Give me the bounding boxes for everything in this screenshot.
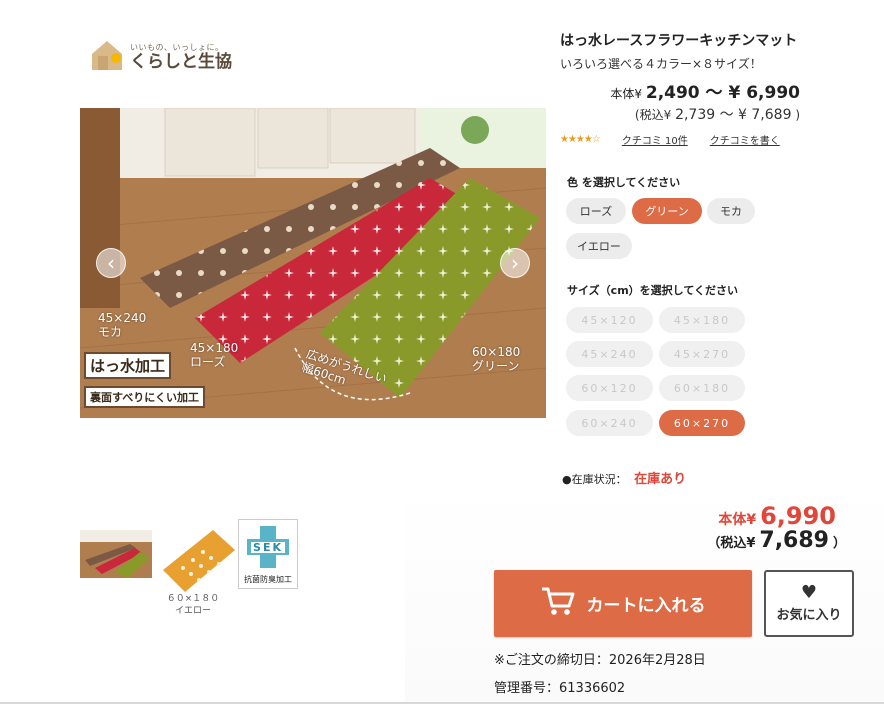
price-range-value: 2,490 ～ ¥ 6,990 xyxy=(645,83,800,103)
stock-value: 在庫あり xyxy=(634,472,687,487)
main-product-image: ‹ › 45×240 モカ 45×180 ローズ 60×180 グリーン 広めが… xyxy=(80,108,546,418)
size-option-45x270[interactable]: 45×270 xyxy=(659,341,745,367)
thumbnail-3-sek[interactable]: SEK 抗菌防臭加工 xyxy=(238,519,298,589)
price-label: 本体¥ xyxy=(610,87,643,101)
review-count-link[interactable]: クチコミ 10件 xyxy=(622,132,688,147)
label-green: 60×180 グリーン xyxy=(472,345,521,373)
sek-caption: 抗菌防臭加工 xyxy=(244,575,292,584)
color-option-yellow[interactable]: イエロー xyxy=(566,233,632,259)
sek-text: SEK xyxy=(253,541,283,554)
tax-range-value: 2,739 ～ ¥ 7,689 xyxy=(675,107,792,123)
tax-label: (税込¥ xyxy=(634,108,672,122)
size-option-60x270[interactable]: 60×270 xyxy=(659,410,745,436)
next-image-arrow-icon[interactable]: › xyxy=(500,248,530,278)
water-repellent-badge: はっ水加工 xyxy=(84,352,172,379)
selected-tax-value: 7,689 xyxy=(759,528,829,553)
size-option-60x240[interactable]: 60×240 xyxy=(566,410,653,436)
size-option-60x120[interactable]: 60×120 xyxy=(566,375,653,401)
favorite-button[interactable]: ♥ お気に入り xyxy=(764,570,854,637)
selected-price-value: 6,990 xyxy=(760,502,836,530)
size-section-label: サイズ（cm）を選択してください xyxy=(567,284,738,297)
stock-label: ●在庫状況： xyxy=(562,473,627,486)
house-logo-icon xyxy=(90,38,124,72)
add-to-cart-label: カートに入れる xyxy=(586,596,706,616)
color-option-rose[interactable]: ローズ xyxy=(566,198,626,224)
price-range: 本体¥ 2,490 ～ ¥ 6,990 xyxy=(610,78,800,103)
thumbnail-2[interactable] xyxy=(163,530,235,592)
tax-close: ) xyxy=(795,108,800,122)
label-moca: 45×240 モカ xyxy=(98,311,147,339)
label-rose: 45×180 ローズ xyxy=(190,341,239,369)
color-option-moca[interactable]: モカ xyxy=(707,198,755,224)
prev-image-arrow-icon[interactable]: ‹ xyxy=(96,248,126,278)
stock-status: ●在庫状況： 在庫あり xyxy=(562,468,686,487)
selected-tax-close: ） xyxy=(832,536,846,551)
size-option-45x240[interactable]: 45×240 xyxy=(566,341,653,367)
star-rating-icon: ★★★★☆ xyxy=(560,134,601,145)
size-option-45x120[interactable]: 45×120 xyxy=(566,307,653,333)
selected-tax-open: （税込¥ xyxy=(707,536,756,551)
order-deadline: ※ご注文の締切日：2026年2月28日 xyxy=(494,653,706,668)
favorite-label: お気に入り xyxy=(776,608,842,623)
rating-row: ★★★★☆ クチコミ 10件 クチコミを書く xyxy=(560,132,780,147)
selected-price: 本体¥ 6,990 xyxy=(718,502,836,530)
heart-icon: ♥ xyxy=(800,582,818,603)
add-to-cart-button[interactable]: カートに入れる xyxy=(494,570,752,637)
cart-icon xyxy=(541,586,575,621)
logo-name: くらしと生協 xyxy=(130,52,232,73)
selected-tax-price: （税込¥ 7,689） xyxy=(707,528,846,553)
color-section-label: 色 を選択してください xyxy=(567,176,681,189)
color-option-green[interactable]: グリーン xyxy=(632,198,702,224)
selected-price-label: 本体¥ xyxy=(718,512,757,528)
write-review-link[interactable]: クチコミを書く xyxy=(710,132,780,147)
size-option-45x180[interactable]: 45×180 xyxy=(659,307,745,333)
management-number: 管理番号：61336602 xyxy=(494,681,626,696)
non-slip-badge: 裏面すべりにくい加工 xyxy=(84,386,206,408)
tax-price-range: (税込¥ 2,739 ～ ¥ 7,689 ) xyxy=(635,104,800,124)
thumbnail-2-caption: ６０×１８０ イエロー xyxy=(166,594,220,616)
product-subtitle: いろいろ選べる４カラー×８サイズ！ xyxy=(560,57,762,71)
thumbnail-1[interactable] xyxy=(80,530,152,578)
site-logo[interactable]: いいもの、いっしょに。 くらしと生協 xyxy=(90,38,232,72)
size-option-60x180[interactable]: 60×180 xyxy=(659,375,745,401)
product-title: はっ水レースフラワーキッチンマット xyxy=(560,33,798,49)
